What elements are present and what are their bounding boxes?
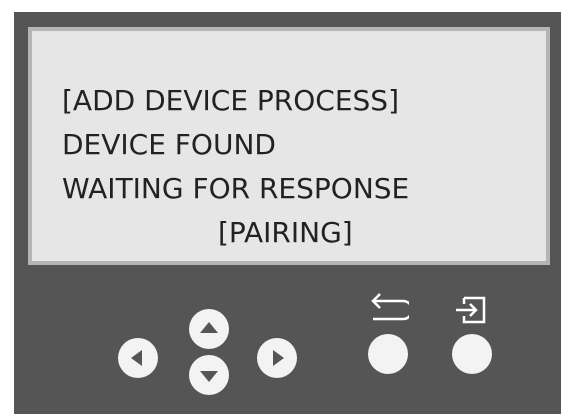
lcd-screen: [ADD DEVICE PROCESS] DEVICE FOUND WAITIN…: [28, 27, 550, 265]
enter-icon: [456, 296, 486, 324]
right-button[interactable]: [257, 338, 297, 378]
triangle-left-icon: [131, 350, 142, 366]
enter-button[interactable]: [452, 334, 492, 374]
triangle-right-icon: [273, 350, 284, 366]
up-button[interactable]: [189, 309, 229, 349]
screen-line-3: WAITING FOR RESPONSE: [62, 172, 410, 205]
device-panel: [ADD DEVICE PROCESS] DEVICE FOUND WAITIN…: [14, 12, 561, 414]
triangle-down-icon: [200, 371, 218, 382]
screen-line-2: DEVICE FOUND: [62, 128, 276, 161]
screen-line-1: [ADD DEVICE PROCESS]: [62, 84, 399, 117]
down-button[interactable]: [189, 355, 229, 395]
left-button[interactable]: [118, 338, 158, 378]
triangle-up-icon: [200, 322, 218, 333]
back-button[interactable]: [368, 334, 408, 374]
back-arrow-icon: [371, 293, 409, 321]
screen-line-4: [PAIRING]: [218, 216, 353, 249]
